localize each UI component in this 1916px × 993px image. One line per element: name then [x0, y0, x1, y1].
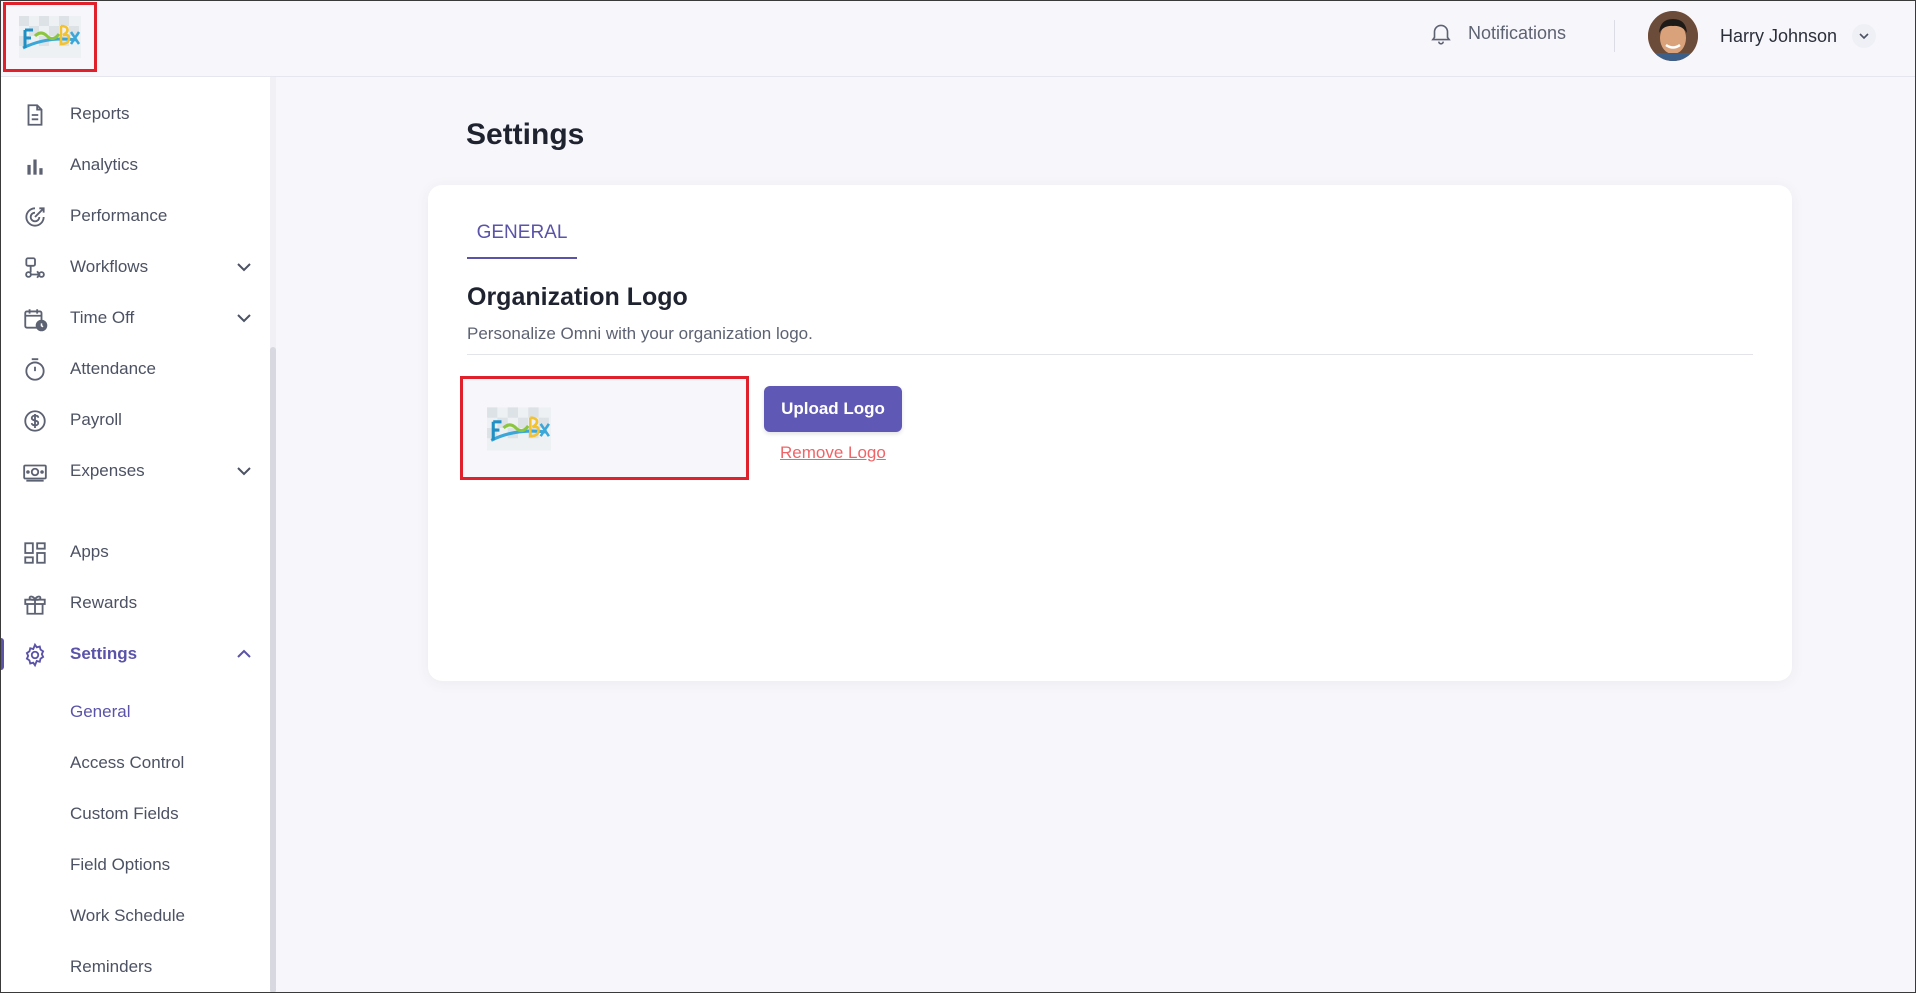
notifications-label: Notifications: [1468, 22, 1567, 43]
sidebar-item-label: Apps: [70, 542, 109, 561]
settings-sub-general[interactable]: General: [70, 702, 130, 722]
bar-chart-icon: [27, 159, 43, 175]
sidebar-item-attendance[interactable]: Attendance: [0, 347, 270, 391]
settings-sub-access-control[interactable]: Access Control: [70, 753, 184, 773]
settings-sub-field-options[interactable]: Field Options: [70, 855, 170, 875]
settings-card: GENERAL Organization Logo Personalize Om…: [428, 185, 1792, 681]
remove-logo-link[interactable]: Remove Logo: [780, 443, 886, 463]
sidebar-item-label: Payroll: [70, 410, 122, 429]
sidebar: Reports Analytics Performance Workflows …: [0, 77, 270, 993]
chevron-down-icon: [1859, 33, 1869, 40]
document-icon: [27, 104, 43, 126]
organization-logo-image: [487, 407, 551, 451]
sidebar-item-performance[interactable]: Performance: [0, 194, 270, 238]
sidebar-item-settings[interactable]: Settings: [0, 632, 270, 676]
gear-icon: [25, 642, 45, 668]
money-icon: [23, 464, 47, 482]
upload-logo-button[interactable]: Upload Logo: [764, 386, 902, 432]
sidebar-item-analytics[interactable]: Analytics: [0, 143, 270, 187]
chevron-down-icon: [237, 467, 251, 476]
settings-sub-custom-fields[interactable]: Custom Fields: [70, 804, 179, 824]
settings-sub-work-schedule[interactable]: Work Schedule: [70, 906, 185, 926]
sidebar-item-apps[interactable]: Apps: [0, 530, 270, 574]
section-subtitle: Personalize Omni with your organization …: [467, 324, 813, 343]
sidebar-item-label: Expenses: [70, 461, 145, 480]
stopwatch-icon: [25, 358, 45, 381]
bell-icon: [1431, 24, 1451, 45]
chevron-down-icon: [237, 263, 251, 272]
sidebar-item-label: Rewards: [70, 593, 138, 612]
notifications-button[interactable]: Notifications: [1428, 20, 1566, 46]
workflow-icon: [25, 257, 45, 279]
chevron-up-icon: [237, 649, 251, 658]
sidebar-item-reports[interactable]: Reports: [0, 92, 270, 136]
dollar-icon: [24, 410, 46, 432]
sidebar-item-label: Performance: [70, 206, 168, 225]
logo-preview: [460, 376, 749, 480]
sidebar-item-label: Attendance: [70, 359, 157, 378]
brand-logo[interactable]: [3, 2, 97, 72]
apps-grid-icon: [24, 542, 46, 564]
user-menu-toggle[interactable]: [1852, 24, 1876, 48]
section-title: Organization Logo: [467, 283, 688, 311]
tab-general[interactable]: GENERAL: [467, 213, 577, 259]
sidebar-item-label: Analytics: [70, 155, 139, 174]
sidebar-item-label: Settings: [70, 644, 138, 663]
sidebar-item-label: Time Off: [70, 308, 135, 327]
calendar-clock-icon: [24, 309, 48, 332]
header-divider: [1614, 20, 1615, 52]
sidebar-item-expenses[interactable]: Expenses: [0, 449, 270, 493]
section-divider: [467, 354, 1753, 355]
sidebar-item-label: Workflows: [70, 257, 149, 276]
avatar[interactable]: [1648, 11, 1698, 61]
settings-sub-reminders[interactable]: Reminders: [70, 957, 152, 977]
performance-icon: [25, 207, 45, 227]
chevron-down-icon: [237, 314, 251, 323]
sidebar-item-rewards[interactable]: Rewards: [0, 581, 270, 625]
top-bar: Notifications Harry Johnson: [0, 0, 1916, 77]
gift-icon: [24, 595, 46, 615]
sidebar-item-workflows[interactable]: Workflows: [0, 245, 270, 289]
sidebar-item-time-off[interactable]: Time Off: [0, 296, 270, 340]
sidebar-item-label: Reports: [70, 104, 130, 123]
sidebar-item-payroll[interactable]: Payroll: [0, 398, 270, 442]
user-name[interactable]: Harry Johnson: [1720, 26, 1837, 47]
page-title: Settings: [466, 118, 585, 151]
